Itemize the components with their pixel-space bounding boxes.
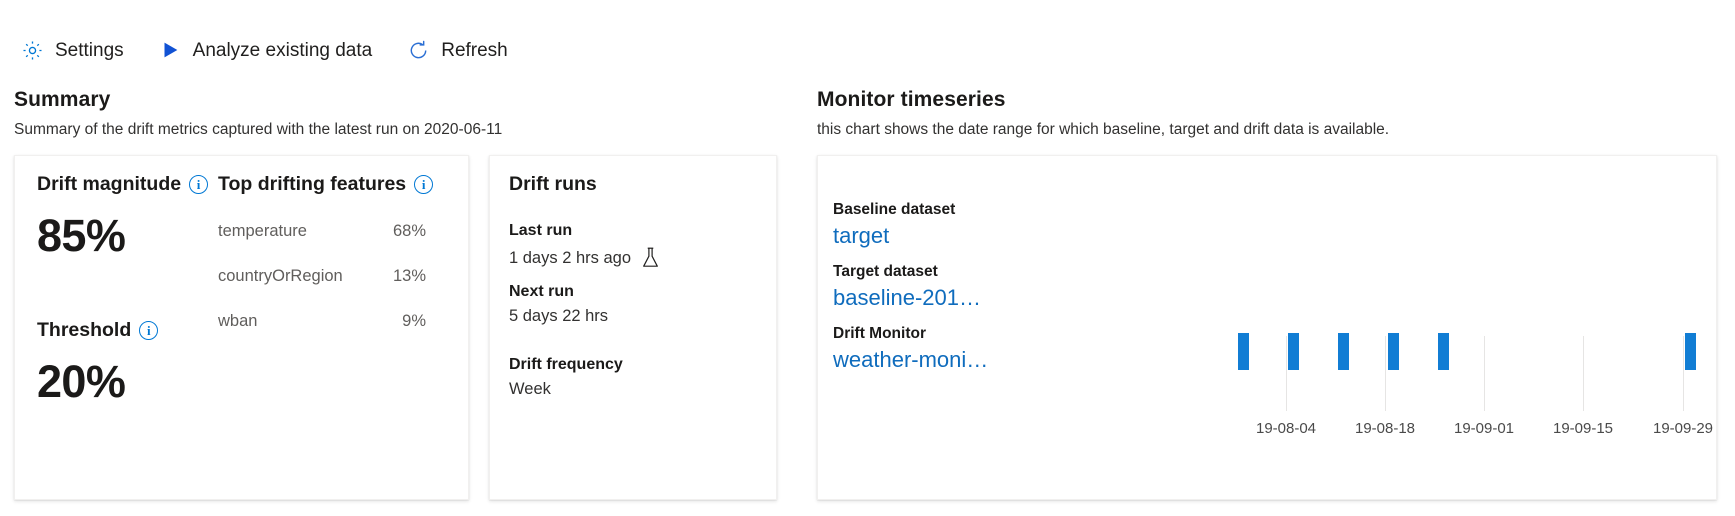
summary-metrics-card: Drift magnitude i 85% Threshold i 20% To… bbox=[14, 155, 469, 500]
analyze-existing-data-button[interactable]: Analyze existing data bbox=[156, 36, 375, 64]
flask-icon[interactable] bbox=[640, 246, 661, 270]
play-icon bbox=[158, 38, 182, 62]
summary-title: Summary bbox=[14, 88, 111, 111]
feature-name: wban bbox=[218, 312, 258, 330]
drift-monitor-label: Drift Monitor bbox=[833, 325, 926, 342]
drift-monitor-page: Settings Analyze existing data Refresh S… bbox=[0, 0, 1735, 516]
feature-value: 68% bbox=[392, 222, 426, 240]
threshold-info-icon[interactable]: i bbox=[139, 321, 159, 340]
refresh-icon bbox=[406, 38, 430, 62]
monitor-timeseries-card: Baseline dataset target Target dataset b… bbox=[817, 155, 1717, 500]
top-drifting-label: Top drifting features bbox=[218, 173, 407, 195]
x-axis-tick-label: 19-08-04 bbox=[1255, 420, 1317, 437]
monitor-title: Monitor timeseries bbox=[817, 88, 1006, 111]
feature-name: temperature bbox=[218, 222, 307, 240]
threshold-label-row: Threshold i bbox=[37, 319, 159, 342]
chart-bar[interactable] bbox=[1288, 333, 1299, 370]
chart-bar[interactable] bbox=[1338, 333, 1349, 370]
dataset-legend: Baseline dataset target Target dataset b… bbox=[833, 201, 988, 373]
table-row: temperature 68% bbox=[218, 222, 426, 241]
summary-subtitle: Summary of the drift metrics captured wi… bbox=[14, 121, 503, 138]
x-axis-tick-label: 19-09-29 bbox=[1652, 420, 1714, 437]
timeseries-chart[interactable]: 19-08-04 19-08-18 19-09-01 19-09-15 19-09-29 bbox=[1033, 178, 1713, 489]
drift-magnitude-value: 85% bbox=[37, 210, 126, 261]
grid-line bbox=[1583, 336, 1584, 411]
drift-frequency-label: Drift frequency bbox=[509, 356, 623, 373]
refresh-button[interactable]: Refresh bbox=[404, 36, 510, 64]
refresh-label: Refresh bbox=[441, 39, 508, 61]
drift-runs-content: Drift runs Last run 1 days 2 hrs ago Nex… bbox=[509, 173, 762, 399]
summary-header: Summary Summary of the drift metrics cap… bbox=[14, 88, 502, 139]
x-axis-tick-label: 19-09-01 bbox=[1453, 420, 1515, 437]
feature-value: 9% bbox=[402, 312, 426, 330]
chart-bar[interactable] bbox=[1685, 333, 1696, 370]
target-dataset-label: Target dataset bbox=[833, 263, 938, 280]
feature-value: 13% bbox=[392, 267, 426, 285]
drift-magnitude-block: Drift magnitude i 85% bbox=[37, 173, 209, 261]
x-axis-tick-label: 19-09-15 bbox=[1552, 420, 1614, 437]
drift-runs-title: Drift runs bbox=[509, 173, 597, 195]
last-run-value: 1 days 2 hrs ago bbox=[509, 248, 631, 267]
baseline-dataset-label: Baseline dataset bbox=[833, 201, 956, 218]
next-run-value: 5 days 22 hrs bbox=[509, 307, 609, 325]
drift-runs-card: Drift runs Last run 1 days 2 hrs ago Nex… bbox=[489, 155, 777, 500]
threshold-value: 20% bbox=[37, 356, 126, 407]
last-run-label: Last run bbox=[509, 222, 573, 239]
grid-line bbox=[1484, 336, 1485, 411]
top-drifting-info-icon[interactable]: i bbox=[414, 175, 434, 194]
threshold-block: Threshold i 20% bbox=[37, 319, 159, 407]
table-row: countryOrRegion 13% bbox=[218, 267, 426, 286]
last-run-row: 1 days 2 hrs ago bbox=[509, 246, 762, 270]
top-drifting-label-row: Top drifting features i bbox=[218, 173, 434, 196]
settings-button[interactable]: Settings bbox=[18, 36, 126, 64]
command-toolbar: Settings Analyze existing data Refresh bbox=[18, 30, 510, 70]
baseline-dataset-link[interactable]: target bbox=[833, 223, 988, 249]
gear-icon bbox=[20, 38, 44, 62]
analyze-label: Analyze existing data bbox=[192, 39, 373, 61]
grid-line bbox=[1385, 336, 1386, 411]
drift-magnitude-info-icon[interactable]: i bbox=[189, 175, 209, 194]
chart-bar[interactable] bbox=[1438, 333, 1449, 370]
drift-magnitude-label-row: Drift magnitude i bbox=[37, 173, 209, 196]
drift-frequency-value: Week bbox=[509, 380, 551, 398]
x-axis-tick-label: 19-08-18 bbox=[1354, 420, 1416, 437]
top-drifting-features-block: Top drifting features i temperature 68% … bbox=[218, 173, 434, 331]
target-dataset-link[interactable]: baseline-201… bbox=[833, 285, 988, 311]
drift-monitor-link[interactable]: weather-moni… bbox=[833, 347, 988, 373]
feature-name: countryOrRegion bbox=[218, 267, 343, 285]
drift-magnitude-label: Drift magnitude bbox=[37, 173, 182, 195]
threshold-label: Threshold bbox=[37, 319, 132, 341]
settings-label: Settings bbox=[55, 39, 124, 61]
monitor-subtitle: this chart shows the date range for whic… bbox=[817, 121, 1390, 138]
chart-bar[interactable] bbox=[1388, 333, 1399, 370]
grid-line bbox=[1683, 336, 1684, 411]
chart-bar[interactable] bbox=[1238, 333, 1249, 370]
monitor-header: Monitor timeseries this chart shows the … bbox=[817, 88, 1389, 139]
grid-line bbox=[1286, 336, 1287, 411]
next-run-label: Next run bbox=[509, 283, 574, 300]
table-row: wban 9% bbox=[218, 312, 426, 331]
